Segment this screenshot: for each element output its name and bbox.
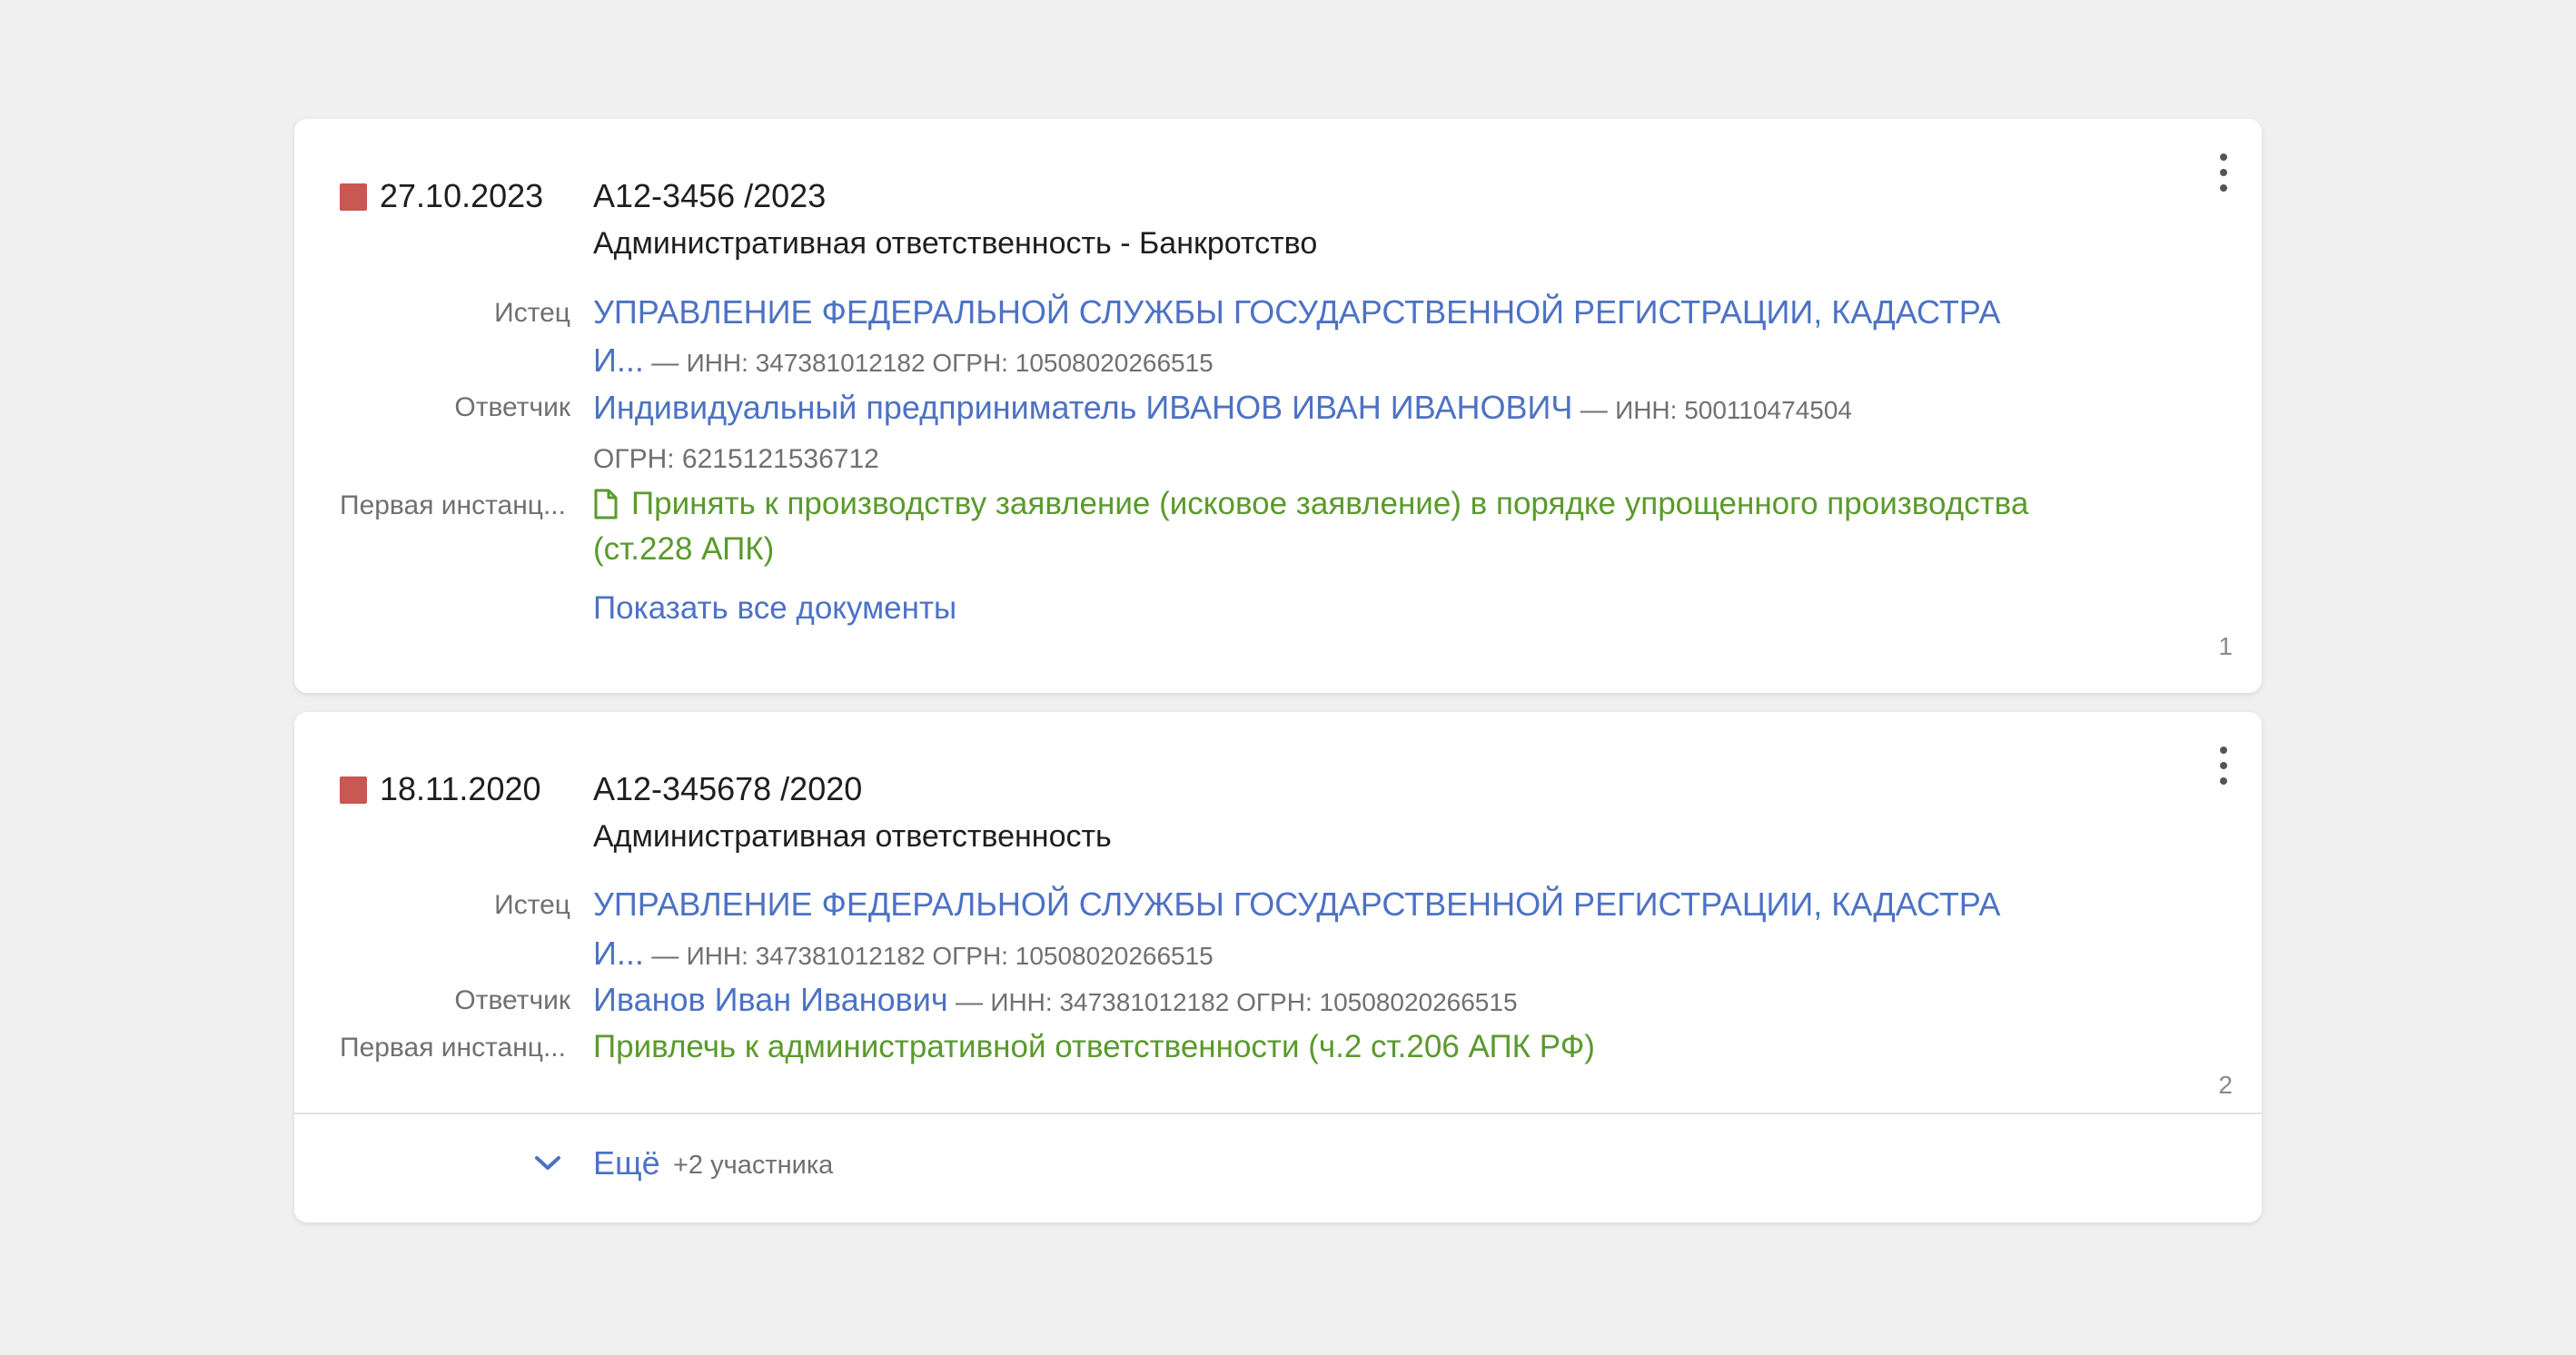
case-number[interactable]: А12-345678 /2020 <box>593 770 862 808</box>
extra-participants-count: +2 участника <box>673 1151 834 1180</box>
case-counter: 2 <box>2218 1071 2233 1099</box>
defendant-name[interactable]: Иванов Иван Иванович <box>593 981 948 1018</box>
show-more-button[interactable]: Ещё <box>593 1144 660 1182</box>
case-category: Административная ответственность <box>593 819 1112 854</box>
plaintiff-details: И... — ИНН: 347381012182 ОГРН: 105080202… <box>593 935 1214 972</box>
document-title[interactable]: Принять к производству заявление (исково… <box>631 486 2028 521</box>
document-line[interactable]: Принять к производству заявление (исково… <box>593 486 2028 522</box>
plaintiff-name-continued[interactable]: И... <box>593 935 644 972</box>
defendant-inn: ИНН: 500110474504 <box>1615 396 1852 424</box>
document-icon <box>594 489 618 519</box>
more-menu-icon[interactable] <box>2218 747 2229 785</box>
plaintiff-inn: ИНН: 347381012182 <box>686 349 926 377</box>
defendant-ogrn: ОГРН: 6215121536712 <box>593 444 879 474</box>
case-date: 27.10.2023 <box>380 177 544 214</box>
document-title[interactable]: Привлечь к административной ответственно… <box>593 1029 1595 1065</box>
defendant-label: Ответчик <box>454 985 570 1015</box>
case-date: 18.11.2020 <box>380 770 541 807</box>
case-number[interactable]: А12-3456 /2023 <box>593 177 826 215</box>
more-menu-icon[interactable] <box>2218 153 2229 192</box>
first-instance-label: Первая инстанц... <box>340 1033 566 1063</box>
defendant-details: Индивидуальный предприниматель ИВАНОВ ИВ… <box>593 389 1852 426</box>
defendant-details: Иванов Иван Иванович — ИНН: 347381012182… <box>593 981 1518 1018</box>
plaintiff-name[interactable]: УПРАВЛЕНИЕ ФЕДЕРАЛЬНОЙ СЛУЖБЫ ГОСУДАРСТВ… <box>593 293 2000 331</box>
case-counter: 1 <box>2218 632 2233 660</box>
plaintiff-name-continued[interactable]: И... <box>593 341 644 379</box>
plaintiff-inn: ИНН: 347381012182 <box>686 942 926 970</box>
status-marker <box>340 776 367 804</box>
plaintiff-ogrn: ОГРН: 10508020266515 <box>932 349 1214 377</box>
case-card: 27.10.2023 А12-3456 /2023 Административн… <box>294 119 2262 693</box>
show-all-documents-link[interactable]: Показать все документы <box>593 590 956 627</box>
chevron-down-icon[interactable] <box>534 1154 561 1177</box>
case-category: Административная ответственность - Банкр… <box>593 226 1318 261</box>
plaintiff-label: Истец <box>494 298 570 328</box>
plaintiff-name[interactable]: УПРАВЛЕНИЕ ФЕДЕРАЛЬНОЙ СЛУЖБЫ ГОСУДАРСТВ… <box>593 885 2000 924</box>
status-marker <box>340 183 367 211</box>
defendant-inn: ИНН: 347381012182 <box>990 988 1230 1016</box>
defendant-label: Ответчик <box>454 392 570 422</box>
plaintiff-details: И... — ИНН: 347381012182 ОГРН: 105080202… <box>593 341 1214 379</box>
plaintiff-label: Истец <box>494 890 570 920</box>
defendant-name[interactable]: Индивидуальный предприниматель ИВАНОВ ИВ… <box>593 389 1572 426</box>
document-title-continued[interactable]: (ст.228 АПК) <box>593 531 774 568</box>
defendant-ogrn: ОГРН: 10508020266515 <box>1236 988 1518 1016</box>
first-instance-label: Первая инстанц... <box>340 490 566 520</box>
divider <box>294 1113 2262 1114</box>
plaintiff-ogrn: ОГРН: 10508020266515 <box>932 942 1214 970</box>
case-card: 18.11.2020 А12-345678 /2020 Администрати… <box>294 712 2262 1222</box>
